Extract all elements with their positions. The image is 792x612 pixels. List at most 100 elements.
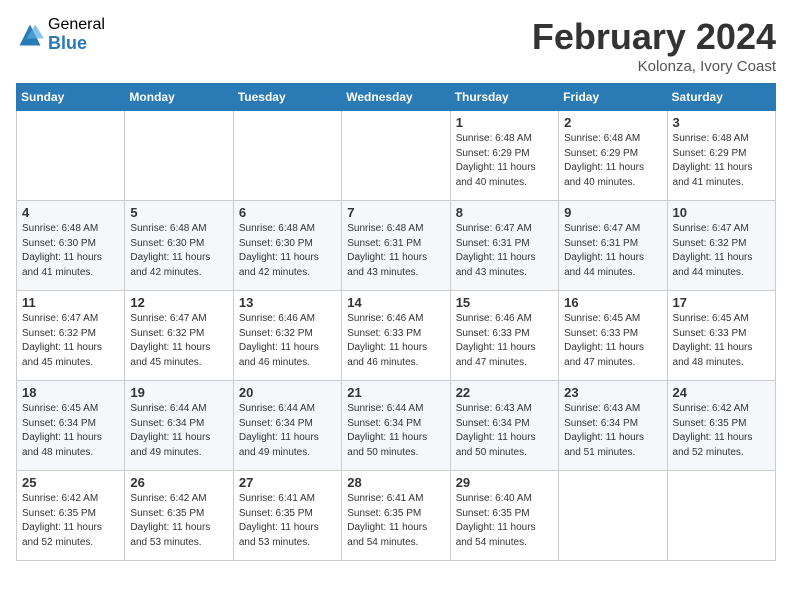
calendar-cell: 19 Sunrise: 6:44 AMSunset: 6:34 PMDayligh… [125, 381, 233, 471]
calendar-table: SundayMondayTuesdayWednesdayThursdayFrid… [16, 83, 776, 561]
calendar-header: SundayMondayTuesdayWednesdayThursdayFrid… [17, 84, 776, 111]
header-row: SundayMondayTuesdayWednesdayThursdayFrid… [17, 84, 776, 111]
day-info: Sunrise: 6:47 AMSunset: 6:32 PMDaylight:… [130, 312, 227, 370]
logo-text: General Blue [48, 16, 105, 53]
day-number: 18 [22, 385, 119, 400]
calendar-cell: 14 Sunrise: 6:46 AMSunset: 6:33 PMDayligh… [342, 291, 450, 381]
day-number: 14 [347, 295, 444, 310]
day-info: Sunrise: 6:46 AMSunset: 6:33 PMDaylight:… [456, 312, 553, 370]
day-number: 13 [239, 295, 336, 310]
day-info: Sunrise: 6:41 AMSunset: 6:35 PMDaylight:… [239, 492, 336, 550]
day-number: 19 [130, 385, 227, 400]
day-number: 11 [22, 295, 119, 310]
calendar-cell: 18 Sunrise: 6:45 AMSunset: 6:34 PMDayligh… [17, 381, 125, 471]
day-number: 2 [564, 115, 661, 130]
calendar-cell: 1 Sunrise: 6:48 AMSunset: 6:29 PMDaylight… [450, 111, 558, 201]
header-day-tuesday: Tuesday [233, 84, 341, 111]
calendar-cell: 29 Sunrise: 6:40 AMSunset: 6:35 PMDayligh… [450, 471, 558, 561]
calendar-cell: 16Sunrise: 6:45 AMSunset: 6:33 PMDayligh… [559, 291, 667, 381]
calendar-cell: 12 Sunrise: 6:47 AMSunset: 6:32 PMDayligh… [125, 291, 233, 381]
calendar-cell: 20 Sunrise: 6:44 AMSunset: 6:34 PMDayligh… [233, 381, 341, 471]
day-number: 4 [22, 205, 119, 220]
day-info: Sunrise: 6:47 AMSunset: 6:31 PMDaylight:… [456, 222, 553, 280]
day-info: Sunrise: 6:42 AMSunset: 6:35 PMDaylight:… [673, 402, 770, 460]
day-number: 26 [130, 475, 227, 490]
day-number: 12 [130, 295, 227, 310]
day-info: Sunrise: 6:43 AMSunset: 6:34 PMDaylight:… [564, 402, 661, 460]
day-info: Sunrise: 6:44 AMSunset: 6:34 PMDaylight:… [347, 402, 444, 460]
week-row-1: 4 Sunrise: 6:48 AMSunset: 6:30 PMDaylight… [17, 201, 776, 291]
day-number: 8 [456, 205, 553, 220]
day-number: 1 [456, 115, 553, 130]
calendar-cell: 8 Sunrise: 6:47 AMSunset: 6:31 PMDaylight… [450, 201, 558, 291]
calendar-cell: 26Sunrise: 6:42 AMSunset: 6:35 PMDayligh… [125, 471, 233, 561]
day-number: 16 [564, 295, 661, 310]
day-number: 17 [673, 295, 770, 310]
day-info: Sunrise: 6:41 AMSunset: 6:35 PMDaylight:… [347, 492, 444, 550]
day-info: Sunrise: 6:48 AMSunset: 6:29 PMDaylight:… [456, 132, 553, 190]
logo-icon [16, 21, 44, 49]
day-number: 28 [347, 475, 444, 490]
calendar-cell [125, 111, 233, 201]
day-number: 29 [456, 475, 553, 490]
day-info: Sunrise: 6:48 AMSunset: 6:30 PMDaylight:… [239, 222, 336, 280]
calendar-cell [233, 111, 341, 201]
header-day-monday: Monday [125, 84, 233, 111]
day-number: 24 [673, 385, 770, 400]
header-day-saturday: Saturday [667, 84, 775, 111]
day-number: 27 [239, 475, 336, 490]
calendar-cell: 9 Sunrise: 6:47 AMSunset: 6:31 PMDaylight… [559, 201, 667, 291]
week-row-0: 1 Sunrise: 6:48 AMSunset: 6:29 PMDaylight… [17, 111, 776, 201]
day-number: 22 [456, 385, 553, 400]
day-info: Sunrise: 6:45 AMSunset: 6:33 PMDaylight:… [673, 312, 770, 370]
calendar-cell: 6 Sunrise: 6:48 AMSunset: 6:30 PMDaylight… [233, 201, 341, 291]
header-day-sunday: Sunday [17, 84, 125, 111]
calendar-cell: 22 Sunrise: 6:43 AMSunset: 6:34 PMDayligh… [450, 381, 558, 471]
calendar-cell: 15 Sunrise: 6:46 AMSunset: 6:33 PMDayligh… [450, 291, 558, 381]
calendar-cell: 25Sunrise: 6:42 AMSunset: 6:35 PMDayligh… [17, 471, 125, 561]
calendar-cell: 28 Sunrise: 6:41 AMSunset: 6:35 PMDayligh… [342, 471, 450, 561]
day-number: 10 [673, 205, 770, 220]
day-info: Sunrise: 6:46 AMSunset: 6:33 PMDaylight:… [347, 312, 444, 370]
day-info: Sunrise: 6:48 AMSunset: 6:29 PMDaylight:… [673, 132, 770, 190]
calendar-cell: 3 Sunrise: 6:48 AMSunset: 6:29 PMDaylight… [667, 111, 775, 201]
day-info: Sunrise: 6:47 AMSunset: 6:31 PMDaylight:… [564, 222, 661, 280]
week-row-2: 11 Sunrise: 6:47 AMSunset: 6:32 PMDayligh… [17, 291, 776, 381]
day-info: Sunrise: 6:40 AMSunset: 6:35 PMDaylight:… [456, 492, 553, 550]
day-info: Sunrise: 6:48 AMSunset: 6:29 PMDaylight:… [564, 132, 661, 190]
calendar-cell: 23 Sunrise: 6:43 AMSunset: 6:34 PMDayligh… [559, 381, 667, 471]
calendar-cell: 11Sunrise: 6:47 AMSunset: 6:32 PMDayligh… [17, 291, 125, 381]
day-info: Sunrise: 6:44 AMSunset: 6:34 PMDaylight:… [130, 402, 227, 460]
week-row-4: 25Sunrise: 6:42 AMSunset: 6:35 PMDayligh… [17, 471, 776, 561]
day-number: 7 [347, 205, 444, 220]
day-info: Sunrise: 6:45 AMSunset: 6:34 PMDaylight:… [22, 402, 119, 460]
day-number: 9 [564, 205, 661, 220]
calendar-cell [667, 471, 775, 561]
calendar-cell: 21 Sunrise: 6:44 AMSunset: 6:34 PMDayligh… [342, 381, 450, 471]
logo-general: General [48, 16, 105, 34]
calendar-cell: 24 Sunrise: 6:42 AMSunset: 6:35 PMDayligh… [667, 381, 775, 471]
calendar-cell: 7Sunrise: 6:48 AMSunset: 6:31 PMDaylight… [342, 201, 450, 291]
day-number: 3 [673, 115, 770, 130]
calendar-cell: 13 Sunrise: 6:46 AMSunset: 6:32 PMDayligh… [233, 291, 341, 381]
day-number: 15 [456, 295, 553, 310]
subtitle: Kolonza, Ivory Coast [532, 58, 776, 75]
day-info: Sunrise: 6:46 AMSunset: 6:32 PMDaylight:… [239, 312, 336, 370]
calendar-cell: 5Sunrise: 6:48 AMSunset: 6:30 PMDaylight… [125, 201, 233, 291]
day-number: 25 [22, 475, 119, 490]
day-info: Sunrise: 6:43 AMSunset: 6:34 PMDaylight:… [456, 402, 553, 460]
day-info: Sunrise: 6:44 AMSunset: 6:34 PMDaylight:… [239, 402, 336, 460]
title-area: February 2024 Kolonza, Ivory Coast [532, 16, 776, 75]
calendar-cell: 27 Sunrise: 6:41 AMSunset: 6:35 PMDayligh… [233, 471, 341, 561]
day-info: Sunrise: 6:48 AMSunset: 6:30 PMDaylight:… [22, 222, 119, 280]
calendar-cell [342, 111, 450, 201]
day-number: 21 [347, 385, 444, 400]
day-info: Sunrise: 6:47 AMSunset: 6:32 PMDaylight:… [673, 222, 770, 280]
header: General Blue February 2024 Kolonza, Ivor… [16, 16, 776, 75]
header-day-friday: Friday [559, 84, 667, 111]
day-number: 20 [239, 385, 336, 400]
header-day-wednesday: Wednesday [342, 84, 450, 111]
week-row-3: 18 Sunrise: 6:45 AMSunset: 6:34 PMDayligh… [17, 381, 776, 471]
day-number: 23 [564, 385, 661, 400]
day-number: 6 [239, 205, 336, 220]
